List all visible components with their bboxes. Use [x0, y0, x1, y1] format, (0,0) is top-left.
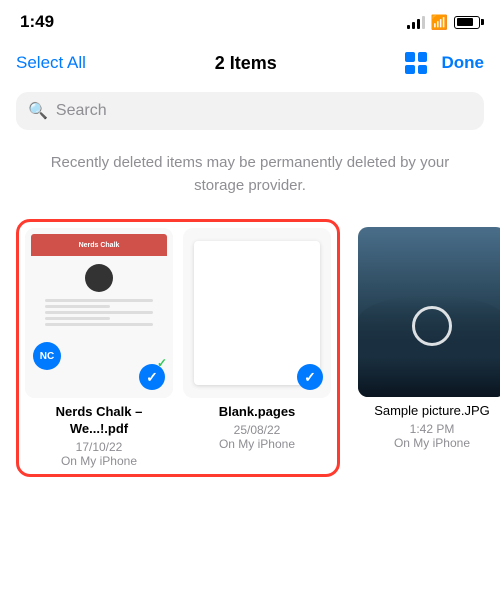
file-date-3: 1:42 PM [410, 422, 455, 436]
status-time: 1:49 [20, 12, 54, 32]
select-all-button[interactable]: Select All [16, 53, 86, 73]
nav-bar: Select All 2 Items Done [0, 40, 500, 86]
file-date-2: 25/08/22 [234, 423, 281, 437]
list-item[interactable]: Nerds Chalk NC ✓ ✓ Nerds Chalk – We...!.… [25, 228, 173, 468]
file-location-3: On My iPhone [394, 436, 470, 450]
grid-cell-4 [418, 65, 428, 75]
info-text: Recently deleted items may be permanentl… [0, 142, 500, 215]
status-bar: 1:49 📶 [0, 0, 500, 40]
sample-image-content [358, 227, 500, 397]
file-name-2: Blank.pages [219, 404, 296, 421]
search-icon: 🔍 [28, 101, 48, 121]
search-bar[interactable]: 🔍 Search [16, 92, 484, 130]
file-location-1: On My iPhone [61, 454, 137, 468]
files-row: Nerds Chalk NC ✓ ✓ Nerds Chalk – We...!.… [0, 215, 500, 481]
nav-right-controls: Done [405, 52, 484, 74]
pages-blank-page [194, 241, 320, 386]
grid-cell-2 [418, 52, 428, 62]
pdf-content-lines [45, 296, 154, 329]
file-name-3: Sample picture.JPG [374, 403, 490, 420]
signal-icon [407, 15, 425, 29]
file-thumbnail-pdf: Nerds Chalk NC ✓ ✓ [25, 228, 173, 398]
grid-cell-3 [405, 65, 415, 75]
file-name-1: Nerds Chalk – We...!.pdf [25, 404, 173, 438]
file-location-2: On My iPhone [219, 437, 295, 451]
file-thumbnail-pages: ✓ [183, 228, 331, 398]
status-icons: 📶 [407, 14, 480, 31]
pdf-circle-image [85, 264, 113, 292]
pdf-header: Nerds Chalk [31, 234, 167, 256]
list-item[interactable]: Sample picture.JPG 1:42 PM On My iPhone [358, 227, 500, 450]
list-item[interactable]: ✓ Blank.pages 25/08/22 On My iPhone [183, 228, 331, 468]
search-placeholder: Search [56, 102, 107, 120]
sample-circle [412, 306, 452, 346]
file-date-1: 17/10/22 [76, 440, 123, 454]
battery-icon [454, 16, 480, 29]
selected-checkmark-2: ✓ [297, 364, 323, 390]
done-button[interactable]: Done [441, 53, 484, 73]
grid-cell-1 [405, 52, 415, 62]
selected-checkmark-1: ✓ [139, 364, 165, 390]
wifi-icon: 📶 [431, 14, 448, 31]
file-thumbnail-image [358, 227, 500, 397]
nav-title: 2 Items [215, 53, 277, 74]
grid-view-button[interactable] [405, 52, 427, 74]
pdf-logo: NC [33, 342, 61, 370]
selected-files-container: Nerds Chalk NC ✓ ✓ Nerds Chalk – We...!.… [16, 219, 340, 477]
